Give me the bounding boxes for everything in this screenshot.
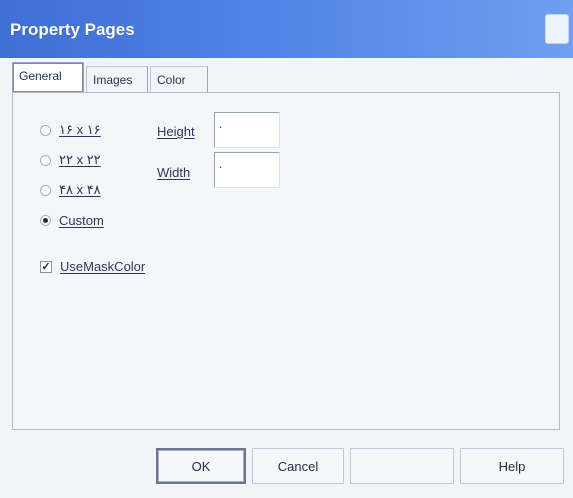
radio-button[interactable] xyxy=(40,124,51,136)
size-option-label: ۴۸ x ۴۸ xyxy=(59,182,101,197)
width-input[interactable]: . xyxy=(214,152,280,188)
close-button[interactable] xyxy=(545,14,569,44)
use-mask-color-label: UseMaskColor xyxy=(60,259,146,274)
width-label: Width xyxy=(157,165,191,180)
use-mask-color-checkbox[interactable]: ✓ xyxy=(40,260,52,273)
height-input[interactable]: . xyxy=(214,112,280,148)
tab-general[interactable]: General xyxy=(12,62,84,92)
height-label: Height xyxy=(157,124,195,139)
width-value: . xyxy=(219,157,223,171)
size-option-32[interactable]: ۲۲ x ۲۲ xyxy=(40,150,101,170)
window-title: Property Pages xyxy=(10,20,135,39)
ok-button[interactable]: OK xyxy=(156,448,246,484)
tab-images[interactable]: Images xyxy=(86,66,148,92)
size-option-label: ۱۶ x ۱۶ xyxy=(59,122,101,137)
radio-button[interactable] xyxy=(40,184,51,196)
size-option-label: Custom xyxy=(59,212,104,228)
radio-button[interactable] xyxy=(40,154,51,166)
cancel-button[interactable]: Cancel xyxy=(252,448,344,484)
tab-general-label: General xyxy=(19,69,62,83)
size-option-48[interactable]: ۴۸ x ۴۸ xyxy=(40,180,101,200)
tab-color[interactable]: Color xyxy=(150,66,208,92)
tab-color-label: Color xyxy=(157,73,186,87)
radio-button-selected[interactable] xyxy=(40,214,51,226)
size-option-16[interactable]: ۱۶ x ۱۶ xyxy=(40,120,101,140)
use-mask-color-option[interactable]: ✓ UseMaskColor xyxy=(40,259,145,274)
apply-button[interactable] xyxy=(350,448,454,484)
size-option-label: ۲۲ x ۲۲ xyxy=(59,152,101,167)
size-option-custom[interactable]: Custom xyxy=(40,210,104,230)
height-value: . xyxy=(219,117,223,131)
tab-images-label: Images xyxy=(93,73,133,87)
help-button[interactable]: Help xyxy=(460,448,564,484)
title-bar: Property Pages xyxy=(0,0,573,58)
